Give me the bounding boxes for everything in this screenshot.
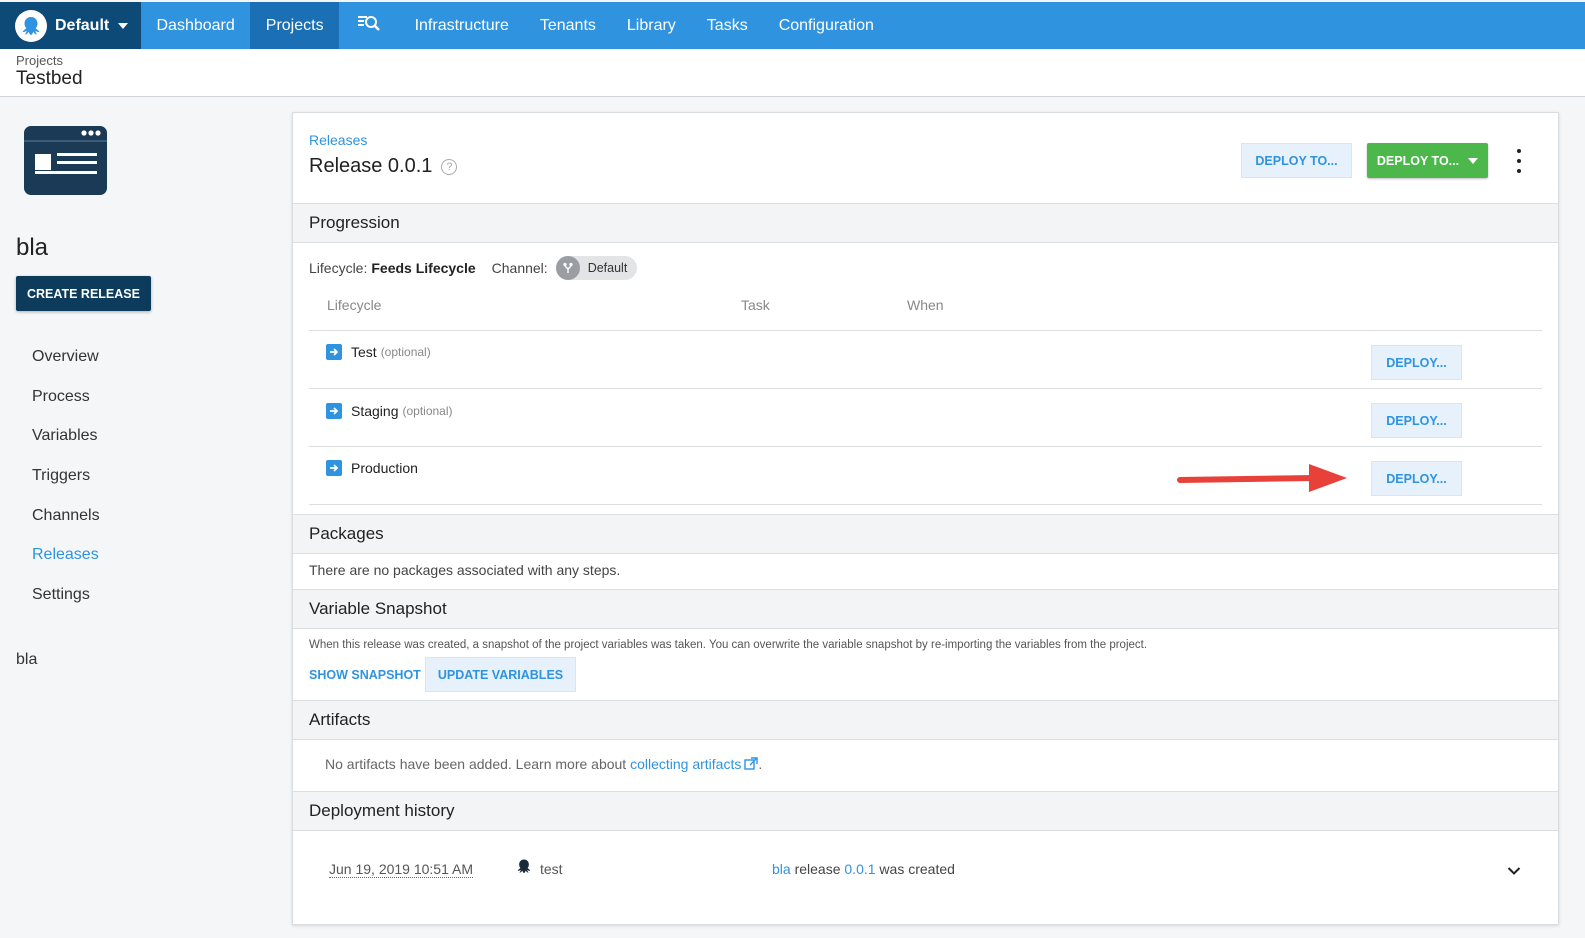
channel-label: Channel:	[491, 260, 548, 276]
project-side-nav: Overview Process Variables Triggers Chan…	[32, 337, 100, 615]
chevron-down-icon	[118, 22, 129, 29]
expand-chevron-icon[interactable]	[1507, 863, 1521, 881]
top-navigation-bar: Default Dashboard Projects Infrastructur…	[0, 2, 1585, 49]
release-title: Release 0.0.1 ?	[309, 155, 458, 178]
space-switcher[interactable]: Default	[0, 2, 141, 49]
sidebar-item-overview[interactable]: Overview	[32, 337, 100, 377]
environment-name: Production	[351, 460, 418, 476]
deploy-to-button[interactable]: DEPLOY TO...	[1241, 143, 1352, 178]
environment-arrow-icon	[326, 403, 342, 419]
show-snapshot-button[interactable]: SHOW SNAPSHOT	[309, 668, 421, 682]
space-name: Default	[55, 16, 110, 34]
nav-infrastructure[interactable]: Infrastructure	[399, 2, 524, 49]
history-end-text: was created	[879, 861, 955, 877]
project-logo	[24, 126, 107, 195]
variable-snapshot-description: When this release was created, a snapsho…	[309, 639, 1148, 651]
lifecycle-label: Lifecycle:	[309, 260, 368, 276]
section-packages-heading: Packages	[293, 514, 1558, 554]
nav-projects[interactable]: Projects	[250, 2, 340, 49]
environment-name: Staging	[351, 403, 399, 419]
nav-configuration[interactable]: Configuration	[763, 2, 889, 49]
nav-dashboard[interactable]: Dashboard	[141, 2, 250, 49]
collecting-artifacts-link[interactable]: collecting artifacts	[630, 756, 741, 772]
nav-search[interactable]	[339, 2, 399, 49]
channel-chip: Default	[555, 256, 638, 280]
row-divider	[309, 504, 1542, 505]
lifecycle-channel-line: Lifecycle: Feeds Lifecycle Channel: Defa…	[309, 256, 638, 280]
history-version-link[interactable]: 0.0.1	[844, 861, 875, 877]
artifacts-text-after: .	[758, 756, 763, 772]
environment-optional: (optional)	[380, 345, 431, 359]
channel-value: Default	[587, 261, 628, 275]
history-middle-text: release	[794, 861, 841, 877]
deploy-staging-button[interactable]: DEPLOY...	[1371, 403, 1462, 438]
packages-empty-text: There are no packages associated with an…	[309, 562, 621, 578]
annotation-arrow-icon	[1177, 464, 1347, 492]
environment-arrow-icon	[326, 460, 342, 476]
sidebar-item-releases[interactable]: Releases	[32, 535, 100, 575]
history-user: test	[515, 858, 563, 879]
update-variables-button[interactable]: UPDATE VARIABLES	[425, 657, 576, 692]
environment-optional: (optional)	[402, 404, 453, 418]
nav-tasks[interactable]: Tasks	[691, 2, 763, 49]
row-divider	[309, 388, 1542, 389]
caret-down-icon	[1468, 157, 1479, 164]
page-header: Projects Testbed	[0, 49, 1585, 97]
row-divider	[309, 446, 1542, 447]
release-card: Releases Release 0.0.1 ? DEPLOY TO... DE…	[292, 112, 1559, 925]
channel-branch-icon	[555, 256, 580, 280]
environment-arrow-icon	[326, 344, 342, 360]
sidebar-item-process[interactable]: Process	[32, 377, 100, 417]
environment-row-production: Production	[326, 460, 418, 476]
environment-name: Test	[351, 344, 377, 360]
artifacts-text-before: No artifacts have been added. Learn more…	[325, 756, 627, 772]
create-release-button[interactable]: CREATE RELEASE	[16, 276, 151, 311]
deploy-to-dropdown-label: DEPLOY TO...	[1376, 153, 1460, 168]
column-header-when: When	[907, 297, 944, 313]
nav-tenants[interactable]: Tenants	[524, 2, 611, 49]
section-deployment-history-heading: Deployment history	[293, 791, 1558, 831]
sidebar-item-settings[interactable]: Settings	[32, 575, 100, 615]
external-link-icon[interactable]	[741, 756, 759, 772]
section-artifacts-heading: Artifacts	[293, 700, 1558, 740]
history-date: Jun 19, 2019 10:51 AM	[329, 861, 473, 878]
user-avatar-icon	[515, 858, 533, 879]
section-progression-heading: Progression	[293, 203, 1558, 243]
section-variable-snapshot-heading: Variable Snapshot	[293, 589, 1558, 629]
project-name: bla	[16, 234, 49, 261]
nav-library[interactable]: Library	[611, 2, 691, 49]
history-message: bla release 0.0.1 was created	[772, 861, 955, 877]
breadcrumb-projects[interactable]: Projects	[16, 53, 63, 68]
column-header-task: Task	[741, 297, 770, 313]
search-icon	[357, 14, 381, 37]
deploy-production-button[interactable]: DEPLOY...	[1371, 461, 1462, 496]
row-divider	[309, 330, 1542, 331]
more-options-icon[interactable]	[1511, 149, 1527, 173]
help-icon[interactable]: ?	[441, 158, 458, 175]
breadcrumb-releases[interactable]: Releases	[309, 132, 367, 148]
deploy-test-button[interactable]: DEPLOY...	[1371, 345, 1462, 380]
octopus-logo-icon	[15, 9, 47, 42]
page-title: Testbed	[16, 68, 83, 89]
lifecycle-value: Feeds Lifecycle	[371, 260, 476, 276]
environment-row-test: Test (optional)	[326, 344, 431, 360]
deploy-to-dropdown-button[interactable]: DEPLOY TO...	[1367, 143, 1488, 178]
sidebar-item-triggers[interactable]: Triggers	[32, 456, 100, 496]
column-header-lifecycle: Lifecycle	[327, 297, 382, 313]
environment-row-staging: Staging (optional)	[326, 403, 453, 419]
sidebar-item-variables[interactable]: Variables	[32, 416, 100, 456]
history-project-link[interactable]: bla	[772, 861, 791, 877]
sidebar-item-channels[interactable]: Channels	[32, 496, 100, 536]
artifacts-text: No artifacts have been added. Learn more…	[325, 756, 762, 772]
release-title-text: Release 0.0.1	[309, 155, 433, 177]
sidebar-footer-text: bla	[16, 651, 38, 668]
history-user-name: test	[540, 860, 563, 877]
